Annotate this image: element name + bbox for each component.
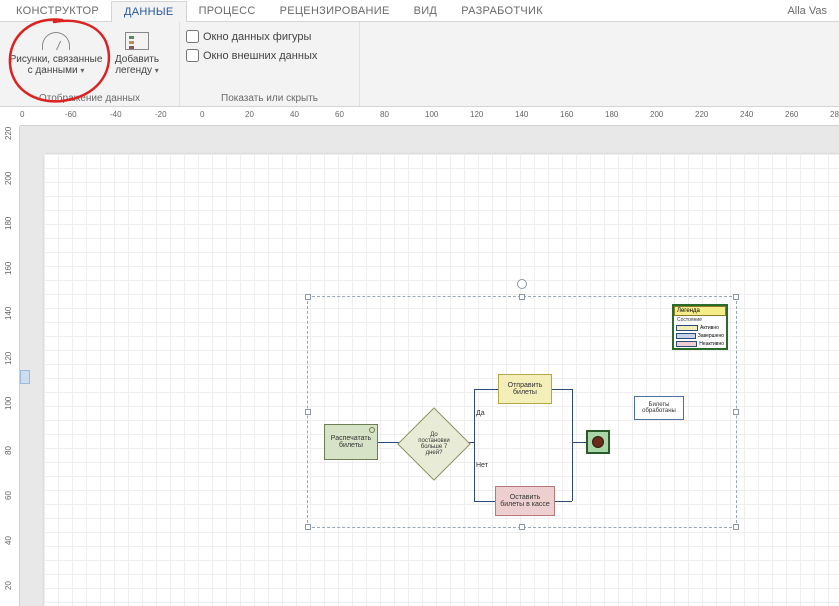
chk-external-data-label: Окно внешних данных <box>203 50 317 62</box>
resize-handle-ne[interactable] <box>733 294 739 300</box>
user-name[interactable]: Alla Vas <box>787 5 835 17</box>
group-label-display: Отображение данных <box>6 91 173 106</box>
shape-decision[interactable]: До постановки больше 7 дней? <box>408 418 460 470</box>
connector[interactable] <box>474 501 495 502</box>
resize-handle-nw[interactable] <box>305 294 311 300</box>
chk-shape-data-label: Окно данных фигуры <box>203 31 311 43</box>
legend-icon <box>121 30 153 52</box>
tab-vid[interactable]: ВИД <box>402 0 450 22</box>
connector[interactable] <box>572 442 586 443</box>
legend-item-inactive: Неактивно <box>674 340 726 348</box>
connector-label-yes: Да <box>476 410 485 417</box>
resize-handle-s[interactable] <box>519 524 525 530</box>
shape-leave-tickets[interactable]: Оставить билеты в кассе <box>495 486 555 516</box>
workspace: 0-60-40-20020406080100120140160180200220… <box>0 108 839 606</box>
connector[interactable] <box>552 389 572 390</box>
shape-label: Билеты обработаны <box>637 402 681 414</box>
shape-print-tickets[interactable]: Распечатать билеты <box>324 424 378 460</box>
tab-dannye[interactable]: ДАННЫЕ <box>111 1 187 23</box>
shapes-panel-stub[interactable] <box>20 370 30 384</box>
connector[interactable] <box>555 501 572 502</box>
add-legend-button[interactable]: Добавить легенду ▾ <box>110 28 164 78</box>
legend-swatch <box>676 333 696 339</box>
tab-razrab[interactable]: РАЗРАБОТЧИК <box>449 0 555 22</box>
shape-label: Распечатать билеты <box>327 435 375 449</box>
connector[interactable] <box>572 389 573 501</box>
shape-end-node[interactable] <box>586 430 610 454</box>
legend-subtitle: Состояние <box>674 316 726 324</box>
connector-label-no: Нет <box>476 462 488 469</box>
resize-handle-n[interactable] <box>519 294 525 300</box>
shape-label: До постановки больше 7 дней? <box>408 418 460 470</box>
shape-send-tickets[interactable]: Отправить билеты <box>498 374 552 404</box>
canvas-area[interactable]: Да Нет Распечатать билеты До постановки … <box>20 126 839 606</box>
connector[interactable] <box>474 389 475 501</box>
chevron-down-icon: ▾ <box>80 66 84 75</box>
end-node-icon <box>592 436 604 448</box>
shape-label: Оставить билеты в кассе <box>498 494 552 508</box>
tab-protsess[interactable]: ПРОЦЕСС <box>187 0 268 22</box>
chevron-down-icon: ▾ <box>155 66 159 75</box>
resize-handle-se[interactable] <box>733 524 739 530</box>
legend-swatch <box>676 325 698 331</box>
legend-item-complete: Завершено <box>674 332 726 340</box>
legend-item-label: Завершено <box>698 333 724 339</box>
shape-indicator-icon <box>369 427 375 433</box>
ribbon: Рисунки, связанные с данными ▾ Добавить … <box>0 22 839 107</box>
shape-label: Отправить билеты <box>501 382 549 396</box>
chk-shape-data-input[interactable] <box>186 30 199 43</box>
legend-item-active: Активно <box>674 324 726 332</box>
rotation-handle[interactable] <box>517 279 527 289</box>
vertical-ruler: 22020018016014012010080604020 <box>0 126 20 606</box>
shape-tickets-done[interactable]: Билеты обработаны <box>634 396 684 420</box>
legend-box[interactable]: Легенда Состояние Активно Завершено Неак… <box>672 304 728 350</box>
data-graphics-button[interactable]: Рисунки, связанные с данными ▾ <box>6 28 106 78</box>
legend-item-label: Неактивно <box>699 341 724 347</box>
tab-retsenz[interactable]: РЕЦЕНЗИРОВАНИЕ <box>268 0 402 22</box>
resize-handle-sw[interactable] <box>305 524 311 530</box>
legend-swatch <box>676 341 697 347</box>
legend-title: Легенда <box>674 306 726 316</box>
chk-shape-data-window[interactable]: Окно данных фигуры <box>186 28 311 45</box>
group-label-show-hide: Показать или скрыть <box>186 91 353 106</box>
chk-external-data-window[interactable]: Окно внешних данных <box>186 47 317 64</box>
resize-handle-w[interactable] <box>305 409 311 415</box>
ribbon-tabs: КОНСТРУКТОР ДАННЫЕ ПРОЦЕСС РЕЦЕНЗИРОВАНИ… <box>0 0 839 22</box>
resize-handle-e[interactable] <box>733 409 739 415</box>
horizontal-ruler: 0-60-40-20020406080100120140160180200220… <box>20 108 839 126</box>
gauge-icon <box>40 30 72 52</box>
connector[interactable] <box>474 389 498 390</box>
legend-item-label: Активно <box>700 325 719 331</box>
chk-external-data-input[interactable] <box>186 49 199 62</box>
tab-konstruktor[interactable]: КОНСТРУКТОР <box>4 0 111 22</box>
